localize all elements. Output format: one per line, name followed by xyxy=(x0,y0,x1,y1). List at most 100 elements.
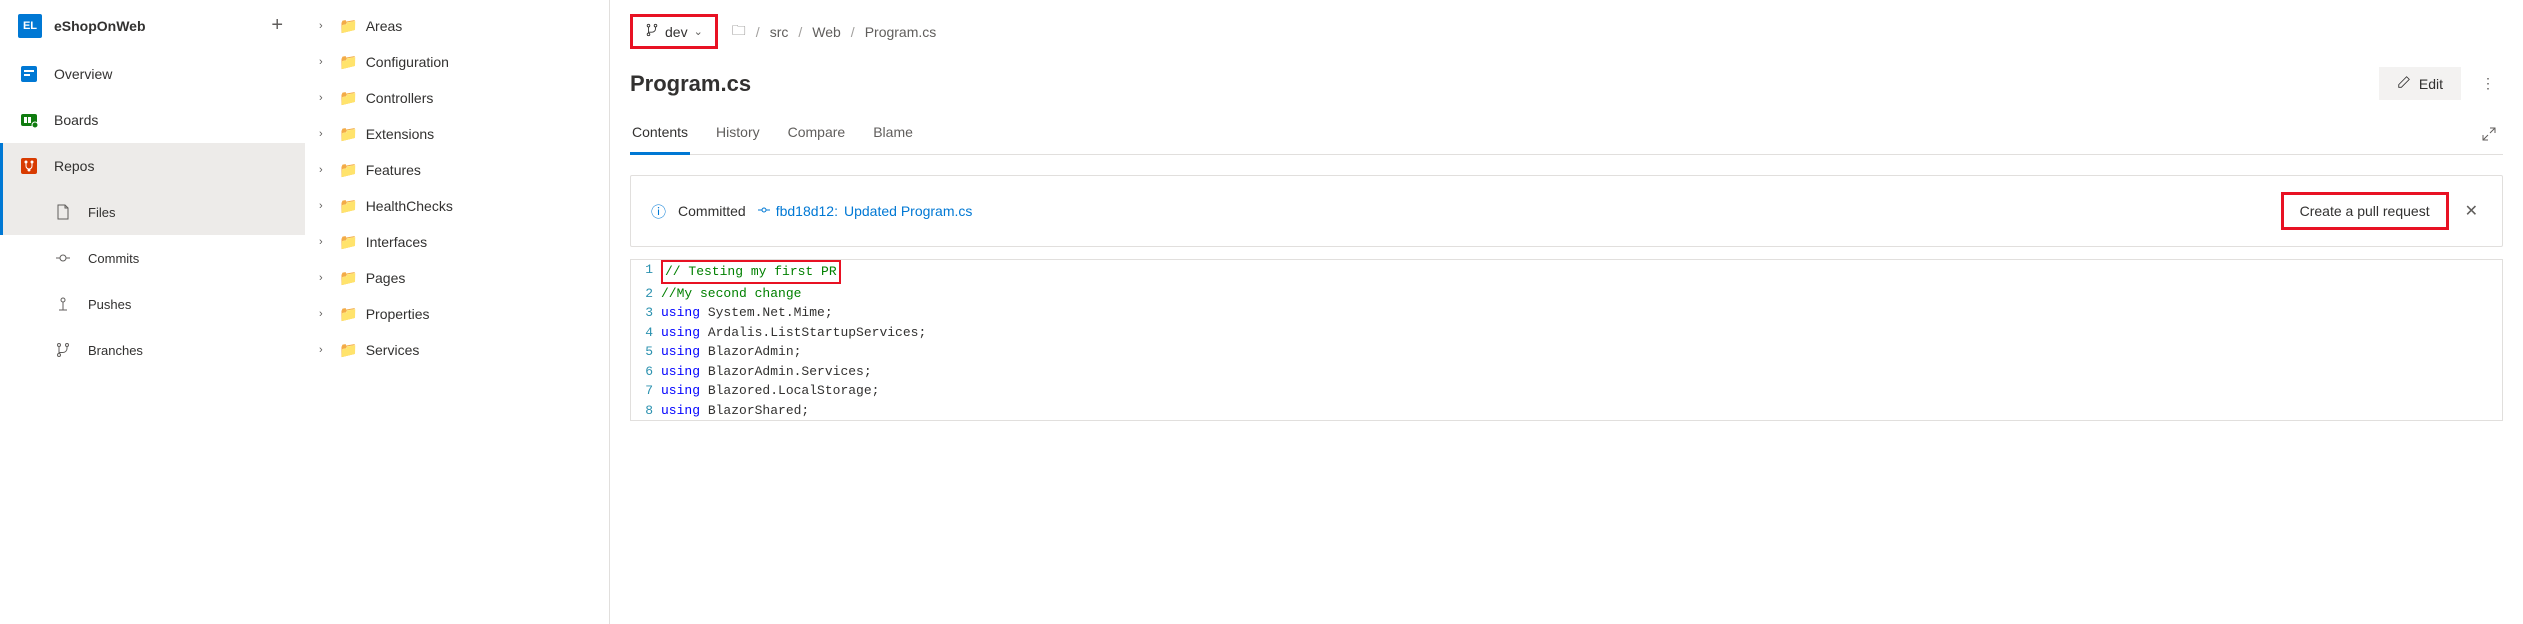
folder-label: Properties xyxy=(366,306,430,322)
line-number: 5 xyxy=(631,342,661,362)
folder-icon: 📁 xyxy=(339,197,358,215)
folder-icon: 📁 xyxy=(339,125,358,143)
tree-folder[interactable]: ›📁Interfaces xyxy=(311,224,603,260)
breadcrumb-item[interactable]: Web xyxy=(812,24,841,40)
folder-icon: 📁 xyxy=(339,341,358,359)
folder-label: Areas xyxy=(366,18,403,34)
folder-label: Features xyxy=(366,162,421,178)
breadcrumb-row: dev ⌄ 🗀 / src / Web / Program.cs xyxy=(630,0,2503,59)
tabs: Contents History Compare Blame xyxy=(630,116,915,154)
code-text: using Ardalis.ListStartupServices; xyxy=(661,323,926,343)
folder-label: HealthChecks xyxy=(366,198,453,214)
nav-repos[interactable]: Repos xyxy=(0,143,305,189)
tab-blame[interactable]: Blame xyxy=(871,116,915,154)
edit-button[interactable]: Edit xyxy=(2379,67,2461,100)
nav-label: Overview xyxy=(54,66,112,82)
nav-label: Files xyxy=(88,205,115,220)
code-line: 6using BlazorAdmin.Services; xyxy=(631,362,2502,382)
tree-folder[interactable]: ›📁Extensions xyxy=(311,116,603,152)
folder-icon: 📁 xyxy=(339,233,358,251)
code-text: //My second change xyxy=(661,284,801,304)
tree-folder[interactable]: ›📁Properties xyxy=(311,296,603,332)
tree-folder[interactable]: ›📁Controllers xyxy=(311,80,603,116)
breadcrumb: 🗀 / src / Web / Program.cs xyxy=(732,20,936,44)
more-button[interactable]: ⋮ xyxy=(2473,67,2503,100)
code-line: 8using BlazorShared; xyxy=(631,401,2502,421)
breadcrumb-sep: / xyxy=(798,24,802,40)
breadcrumb-sep: / xyxy=(851,24,855,40)
folder-icon: 📁 xyxy=(339,161,358,179)
folder-icon: 📁 xyxy=(339,305,358,323)
code-line: 2//My second change xyxy=(631,284,2502,304)
folder-label: Controllers xyxy=(366,90,434,106)
chevron-right-icon: › xyxy=(319,272,331,284)
files-icon xyxy=(52,201,74,223)
overview-icon xyxy=(18,63,40,85)
commits-icon xyxy=(52,247,74,269)
project-header: EL eShopOnWeb + xyxy=(0,0,305,51)
nav-boards[interactable]: Boards xyxy=(0,97,305,143)
branch-name: dev xyxy=(665,24,688,40)
title-row: Program.cs Edit ⋮ xyxy=(630,59,2503,116)
sidebar-nav: EL eShopOnWeb + Overview Boards Repos Fi… xyxy=(0,0,305,624)
title-actions: Edit ⋮ xyxy=(2379,67,2503,100)
tab-contents[interactable]: Contents xyxy=(630,116,690,155)
chevron-right-icon: › xyxy=(319,200,331,212)
branch-icon xyxy=(645,23,659,40)
expand-button[interactable] xyxy=(2475,120,2503,151)
create-pull-request-button[interactable]: Create a pull request xyxy=(2281,192,2449,230)
project-name[interactable]: eShopOnWeb xyxy=(54,18,255,34)
nav-overview[interactable]: Overview xyxy=(0,51,305,97)
commit-msg: Updated Program.cs xyxy=(844,203,972,219)
code-editor[interactable]: 1// Testing my first PR 2//My second cha… xyxy=(630,259,2503,421)
branch-selector[interactable]: dev ⌄ xyxy=(630,14,718,49)
folder-icon: 📁 xyxy=(339,89,358,107)
folder-icon: 📁 xyxy=(339,269,358,287)
breadcrumb-current: Program.cs xyxy=(865,24,937,40)
info-icon: ⓘ xyxy=(651,201,666,222)
file-title: Program.cs xyxy=(630,71,751,97)
tree-folder[interactable]: ›📁Areas xyxy=(311,8,603,44)
chevron-right-icon: › xyxy=(319,344,331,356)
nav-label: Repos xyxy=(54,158,94,174)
folder-label: Extensions xyxy=(366,126,434,142)
tree-folder[interactable]: ›📁Services xyxy=(311,332,603,368)
code-text: using Blazored.LocalStorage; xyxy=(661,381,879,401)
commit-icon xyxy=(758,203,770,219)
tree-folder[interactable]: › 📁 HealthChecks xyxy=(311,188,603,224)
file-tree: ›📁Areas ›📁Configuration ›📁Controllers ›📁… xyxy=(305,0,610,624)
tree-folder[interactable]: ›📁Features xyxy=(311,152,603,188)
nav-pushes[interactable]: Pushes xyxy=(0,281,305,327)
add-button[interactable]: + xyxy=(267,10,287,41)
code-line: 1// Testing my first PR xyxy=(631,260,2502,284)
nav-label: Branches xyxy=(88,343,143,358)
nav-branches[interactable]: Branches xyxy=(0,327,305,373)
tab-history[interactable]: History xyxy=(714,116,762,154)
nav-commits[interactable]: Commits xyxy=(0,235,305,281)
breadcrumb-item[interactable]: src xyxy=(770,24,789,40)
branches-icon xyxy=(52,339,74,361)
chevron-right-icon: › xyxy=(319,20,331,32)
commit-link[interactable]: fbd18d12: Updated Program.cs xyxy=(758,203,973,219)
close-banner-button[interactable]: ✕ xyxy=(2461,197,2482,225)
line-number: 6 xyxy=(631,362,661,382)
chevron-right-icon: › xyxy=(319,236,331,248)
nav-label: Commits xyxy=(88,251,139,266)
pencil-icon xyxy=(2397,75,2411,92)
edit-label: Edit xyxy=(2419,76,2443,92)
commit-status: Committed xyxy=(678,203,746,219)
nav-files[interactable]: Files xyxy=(0,189,305,235)
folder-label: Configuration xyxy=(366,54,449,70)
line-number: 7 xyxy=(631,381,661,401)
boards-icon xyxy=(18,109,40,131)
tab-compare[interactable]: Compare xyxy=(786,116,848,154)
tree-folder[interactable]: ›📁Pages xyxy=(311,260,603,296)
repos-icon xyxy=(18,155,40,177)
nav-label: Pushes xyxy=(88,297,131,312)
chevron-right-icon: › xyxy=(319,56,331,68)
folder-outline-icon[interactable]: 🗀 xyxy=(732,20,746,44)
breadcrumb-sep: / xyxy=(756,24,760,40)
commit-banner: ⓘ Committed fbd18d12: Updated Program.cs… xyxy=(630,175,2503,247)
tree-folder[interactable]: ›📁Configuration xyxy=(311,44,603,80)
line-number: 2 xyxy=(631,284,661,304)
